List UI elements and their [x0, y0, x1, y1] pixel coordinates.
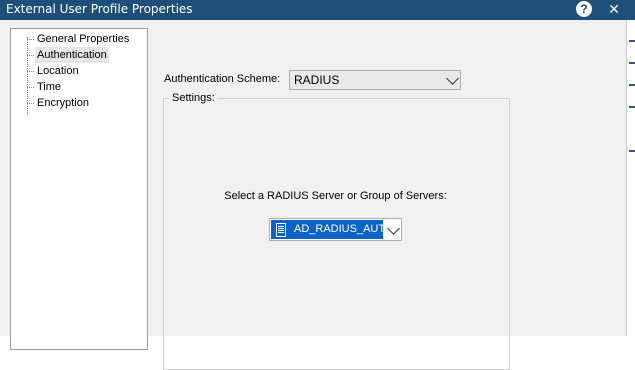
dialog-body: General Properties Authentication Locati… — [0, 20, 626, 370]
close-button[interactable]: ✕ — [606, 0, 622, 18]
tree-connector — [27, 55, 34, 56]
radius-server-select[interactable]: AD_RADIUS_AUTH — [269, 218, 402, 241]
help-button[interactable]: ? — [576, 1, 592, 17]
tree-connector — [27, 103, 34, 104]
window-title: External User Profile Properties — [6, 2, 193, 16]
radius-server-label: Select a RADIUS Server or Group of Serve… — [224, 190, 447, 202]
authentication-scheme-label: Authentication Scheme: — [164, 73, 281, 85]
radius-server-value: AD_RADIUS_AUTH — [294, 223, 383, 235]
authentication-scheme-select[interactable]: RADIUS — [289, 70, 461, 90]
tree-connector — [27, 71, 34, 72]
radius-server-selection: AD_RADIUS_AUTH — [271, 220, 383, 239]
background-marker — [629, 150, 635, 152]
tree-item-location[interactable]: Location — [27, 63, 81, 79]
title-bar: External User Profile Properties ? ✕ — [0, 0, 635, 20]
tree-item-label: General Properties — [37, 33, 130, 45]
category-tree[interactable]: General Properties Authentication Locati… — [10, 28, 148, 350]
server-icon — [276, 223, 286, 237]
tree-item-encryption[interactable]: Encryption — [27, 95, 91, 111]
authentication-scheme-value: RADIUS — [294, 73, 340, 87]
background-marker — [629, 40, 635, 42]
tree-connector — [27, 87, 34, 88]
tree-connector — [27, 39, 34, 40]
settings-legend: Settings: — [169, 92, 218, 104]
tree-item-general-properties[interactable]: General Properties — [27, 31, 131, 47]
chevron-down-icon — [446, 72, 459, 85]
tree-item-time[interactable]: Time — [27, 79, 63, 95]
background-window-edge — [626, 20, 635, 336]
tree-item-label: Location — [37, 65, 79, 77]
tree-item-authentication[interactable]: Authentication — [27, 47, 109, 63]
tree-item-label: Authentication — [37, 49, 107, 61]
tree-item-label: Encryption — [37, 97, 89, 109]
tree-item-label: Time — [37, 81, 62, 93]
chevron-down-icon — [387, 222, 400, 235]
background-marker — [629, 84, 635, 86]
background-marker — [629, 106, 635, 108]
background-marker — [629, 62, 635, 64]
